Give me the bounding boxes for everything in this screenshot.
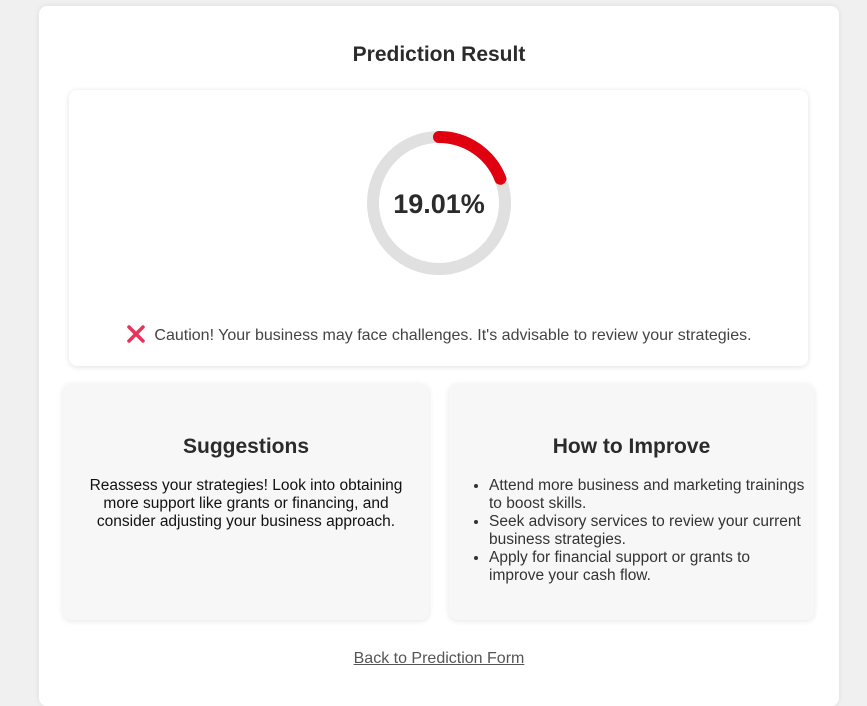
improve-item: Attend more business and marketing train…	[489, 477, 809, 513]
caution-message: Caution! Your business may face challeng…	[0, 324, 867, 345]
improve-item: Apply for financial support or grants to…	[489, 549, 809, 585]
cross-icon	[127, 325, 146, 343]
suggestions-panel: Suggestions Reassess your strategies! Lo…	[63, 384, 429, 620]
improve-item: Seek advisory services to review your cu…	[489, 513, 809, 549]
improve-heading: How to Improve	[552, 435, 711, 458]
suggestions-heading: Suggestions	[182, 435, 309, 458]
back-to-form-link[interactable]: Back to Prediction Form	[0, 650, 867, 668]
caution-label: Caution!	[154, 327, 215, 344]
improve-list: Attend more business and marketing train…	[469, 477, 809, 585]
suggestions-text: Reassess your strategies! Look into obta…	[89, 477, 403, 530]
gauge-percentage: 19.01%	[393, 189, 485, 219]
improve-panel: How to Improve Attend more business and …	[449, 384, 814, 620]
page-title: Prediction Result	[352, 43, 526, 66]
caution-text: Your business may face challenges. It's …	[214, 327, 752, 344]
